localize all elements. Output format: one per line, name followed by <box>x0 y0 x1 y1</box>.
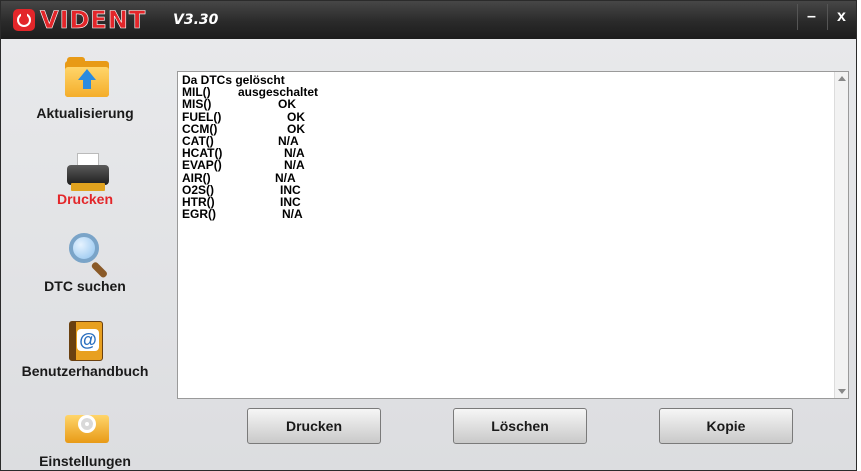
sidebar-item-drucken[interactable]: Drucken <box>1 153 169 209</box>
report-row: EGR() N/A <box>182 207 303 222</box>
report-row: AIR() N/A <box>182 170 296 185</box>
report-row: EVAP() N/A <box>182 158 305 173</box>
scroll-down-arrow-icon[interactable] <box>838 389 846 394</box>
sidebar-item-benutzerhandbuch[interactable]: @ Benutzerhandbuch <box>1 321 169 381</box>
report-row: HCAT() N/A <box>182 146 305 161</box>
version-label: V3.30 <box>173 12 219 28</box>
sidebar-item-label: Benutzerhandbuch <box>21 363 149 379</box>
vertical-scrollbar[interactable] <box>834 72 848 398</box>
sidebar-item-label: Drucken <box>56 191 114 207</box>
result-text: Da DTCs gelöscht MIL() ausgeschaltet MIS(… <box>182 74 832 222</box>
sidebar-item-dtc-suchen[interactable]: DTC suchen <box>1 233 169 294</box>
vident-logo: VIDENT <box>13 5 146 35</box>
report-row: MIS() OK <box>182 97 296 112</box>
settings-gear-icon <box>65 409 109 445</box>
report-row: HTR() INC <box>182 195 301 210</box>
sidebar-item-label: Einstellungen <box>39 453 131 469</box>
report-row: CAT() N/A <box>182 134 299 149</box>
title-bar[interactable]: VIDENT V3.30 – x <box>1 1 856 39</box>
sidebar-item-aktualisierung[interactable]: Aktualisierung <box>1 57 169 127</box>
sidebar-item-einstellungen[interactable]: Einstellungen <box>1 409 169 469</box>
sidebar-item-label: DTC suchen <box>44 278 126 294</box>
logo-badge-icon <box>13 9 35 31</box>
close-button[interactable]: x <box>827 4 855 30</box>
sidebar-item-label: Aktualisierung <box>36 105 134 121</box>
printer-icon <box>65 153 111 193</box>
logo-text: VIDENT <box>40 6 147 35</box>
print-button[interactable]: Drucken <box>247 408 381 444</box>
app-window: VIDENT V3.30 – x Aktualisierung Drucken <box>0 0 857 471</box>
result-text-panel[interactable]: Da DTCs gelöscht MIL() ausgeschaltet MIS(… <box>177 71 849 399</box>
delete-button[interactable]: Löschen <box>453 408 587 444</box>
minimize-button[interactable]: – <box>797 4 825 30</box>
update-folder-icon <box>65 57 109 97</box>
manual-book-icon: @ <box>65 321 107 363</box>
magnifier-icon <box>67 233 113 279</box>
scroll-up-arrow-icon[interactable] <box>838 76 846 81</box>
copy-button[interactable]: Kopie <box>659 408 793 444</box>
report-row: FUEL() OK <box>182 109 305 124</box>
